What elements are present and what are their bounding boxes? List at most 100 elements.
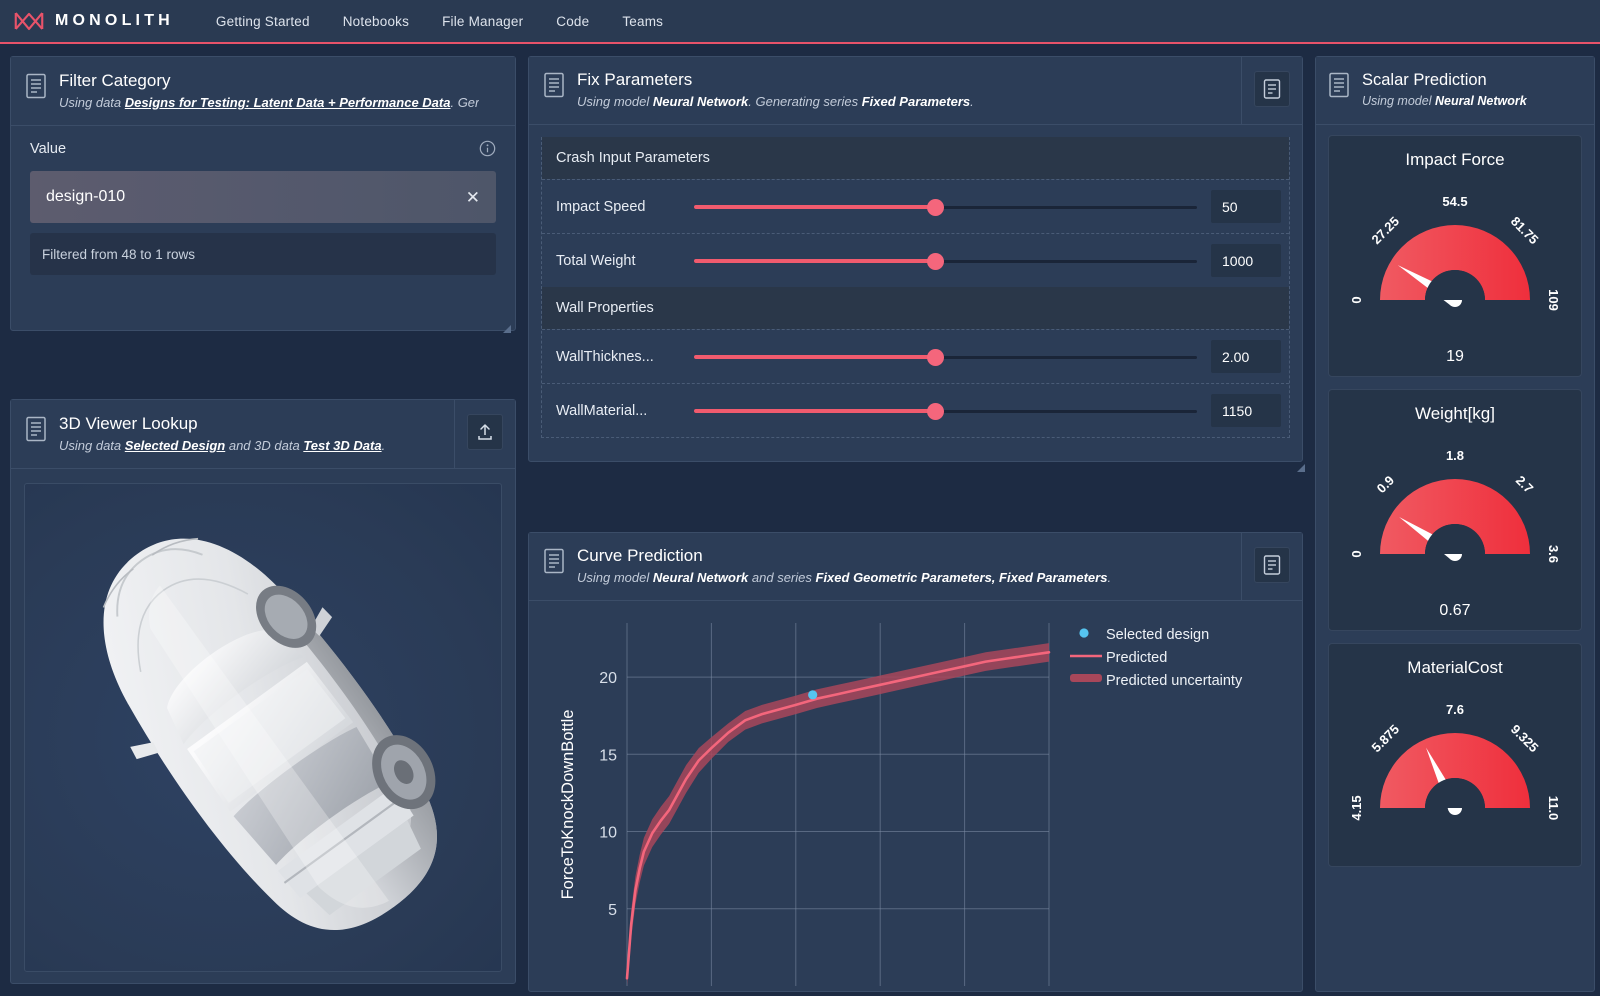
svg-text:54.5: 54.5 [1442, 194, 1467, 209]
value-row: Value [30, 140, 496, 157]
param-row: Total Weight 1000 [542, 233, 1289, 287]
gauge-value: 19 [1446, 348, 1464, 366]
curve-prediction-subtitle: Using model Neural Network and series Fi… [577, 568, 1111, 587]
impact-speed-slider[interactable] [694, 197, 1197, 217]
curve-prediction-panel: Curve Prediction Using model Neural Netw… [528, 532, 1303, 992]
svg-text:2.7: 2.7 [1513, 473, 1536, 496]
curve-prediction-notes-button[interactable] [1254, 547, 1290, 583]
svg-text:11.0: 11.0 [1546, 796, 1561, 821]
svg-text:5.875: 5.875 [1369, 722, 1403, 756]
curve-chart-svg: 5101520ForceToKnockDownBottleSelected de… [529, 601, 1302, 996]
fix-sub-mid: . Generating series [748, 94, 858, 109]
slider-fill [694, 205, 935, 209]
svg-text:Predicted uncertainty: Predicted uncertainty [1106, 673, 1243, 689]
selected-design-link[interactable]: Selected Design [125, 438, 225, 453]
wall-thickness-value[interactable]: 2.00 [1211, 340, 1281, 373]
gauge-title: Impact Force [1405, 150, 1504, 170]
svg-text:Selected design: Selected design [1106, 627, 1209, 643]
top-navigation-bar: MONOLITH Getting Started Notebooks File … [0, 0, 1600, 44]
nav-items: Getting Started Notebooks File Manager C… [216, 14, 663, 29]
brand-logo[interactable]: MONOLITH [14, 10, 174, 32]
subtitle-suffix: . Ger [450, 95, 479, 110]
param-label: Impact Speed [556, 199, 694, 215]
page-title: Filter Category [59, 71, 479, 91]
document-icon [543, 548, 565, 574]
scalar-prediction-header: Scalar Prediction Using model Neural Net… [1316, 57, 1594, 125]
gauge-weight: Weight[kg] 00.91.82.73.6 0.67 [1328, 389, 1582, 631]
fix-parameters-panel: Fix Parameters Using model Neural Networ… [528, 56, 1303, 462]
resize-handle[interactable] [502, 324, 512, 334]
viewer-subtitle-mid: and 3D data [229, 438, 300, 453]
nav-item-teams[interactable]: Teams [622, 14, 663, 29]
filter-data-link[interactable]: Designs for Testing: Latent Data + Perfo… [125, 95, 451, 110]
viewer-subtitle-suffix: . [382, 438, 386, 453]
filter-category-subtitle: Using data Designs for Testing: Latent D… [59, 93, 479, 112]
slider-fill [694, 409, 935, 413]
nav-item-code[interactable]: Code [556, 14, 589, 29]
slider-knob[interactable] [928, 254, 943, 269]
notes-icon [1263, 555, 1281, 575]
filter-value-text: design-010 [46, 188, 125, 206]
slider-fill [694, 259, 935, 263]
viewer-panel: 3D Viewer Lookup Using data Selected Des… [10, 399, 516, 984]
svg-text:0: 0 [1349, 296, 1364, 303]
fix-model-name: Neural Network [653, 94, 748, 109]
svg-text:10: 10 [599, 825, 617, 842]
svg-text:ForceToKnockDownBottle: ForceToKnockDownBottle [559, 710, 577, 900]
gauge-impact-force: Impact Force 027.2554.581.75109 19 [1328, 135, 1582, 377]
viewer-title: 3D Viewer Lookup [59, 414, 385, 434]
svg-text:9.325: 9.325 [1508, 722, 1542, 756]
svg-text:0.9: 0.9 [1374, 473, 1397, 496]
slider-knob[interactable] [928, 350, 943, 365]
scalar-prediction-body: Impact Force 027.2554.581.75109 19 Weigh… [1316, 125, 1594, 996]
viewer-body [11, 469, 515, 985]
filter-value-input[interactable]: design-010 ✕ [30, 171, 496, 223]
prediction-chart[interactable]: 5101520ForceToKnockDownBottleSelected de… [529, 601, 1302, 996]
wall-material-slider[interactable] [694, 401, 1197, 421]
total-weight-slider[interactable] [694, 251, 1197, 271]
fix-parameters-notes-button[interactable] [1254, 71, 1290, 107]
param-group-header: Crash Input Parameters [542, 137, 1289, 179]
nav-item-file-manager[interactable]: File Manager [442, 14, 523, 29]
scalar-prediction-title: Scalar Prediction [1362, 70, 1527, 90]
document-icon [1328, 72, 1350, 98]
gauge-value: 0.67 [1439, 602, 1470, 620]
test-3d-data-link[interactable]: Test 3D Data [303, 438, 381, 453]
curve-prediction-body: 5101520ForceToKnockDownBottleSelected de… [529, 601, 1302, 996]
gauge-title: MaterialCost [1407, 658, 1502, 678]
total-weight-value[interactable]: 1000 [1211, 244, 1281, 277]
nav-item-notebooks[interactable]: Notebooks [343, 14, 409, 29]
curve-sub-prefix: Using model [577, 570, 649, 585]
param-label: WallThicknes... [556, 349, 694, 365]
gauge-title: Weight[kg] [1415, 404, 1495, 424]
slider-fill [694, 355, 935, 359]
impact-speed-value[interactable]: 50 [1211, 190, 1281, 223]
header-divider [454, 400, 455, 468]
filter-category-body: Value design-010 ✕ Filtered from 48 to 1… [11, 126, 515, 337]
info-icon[interactable] [479, 140, 496, 157]
upload-button[interactable] [467, 414, 503, 450]
monolith-logo-icon [14, 10, 44, 32]
fix-sub-prefix: Using model [577, 94, 649, 109]
wall-thickness-slider[interactable] [694, 347, 1197, 367]
fix-series-name: Fixed Parameters [862, 94, 970, 109]
curve-prediction-header: Curve Prediction Using model Neural Netw… [529, 533, 1302, 601]
wall-material-value[interactable]: 1150 [1211, 394, 1281, 427]
3d-model-canvas[interactable] [24, 483, 502, 972]
slider-knob[interactable] [928, 404, 943, 419]
material-cost-gauge: 4.155.8757.69.32511.0 [1339, 682, 1571, 852]
slider-knob[interactable] [928, 200, 943, 215]
nav-item-getting-started[interactable]: Getting Started [216, 14, 310, 29]
resize-handle[interactable] [1296, 463, 1306, 473]
car-model-render [25, 484, 501, 971]
viewer-subtitle: Using data Selected Design and 3D data T… [59, 436, 385, 455]
param-label: WallMaterial... [556, 403, 694, 419]
svg-text:7.6: 7.6 [1446, 702, 1464, 717]
svg-text:27.25: 27.25 [1369, 214, 1403, 248]
fix-parameters-header: Fix Parameters Using model Neural Networ… [529, 57, 1302, 125]
clear-icon[interactable]: ✕ [466, 189, 480, 206]
scalar-model-name: Neural Network [1435, 94, 1527, 108]
filter-status-text: Filtered from 48 to 1 rows [30, 233, 496, 275]
scalar-prediction-subtitle: Using model Neural Network [1362, 92, 1527, 111]
curve-sub-mid: and series [752, 570, 812, 585]
